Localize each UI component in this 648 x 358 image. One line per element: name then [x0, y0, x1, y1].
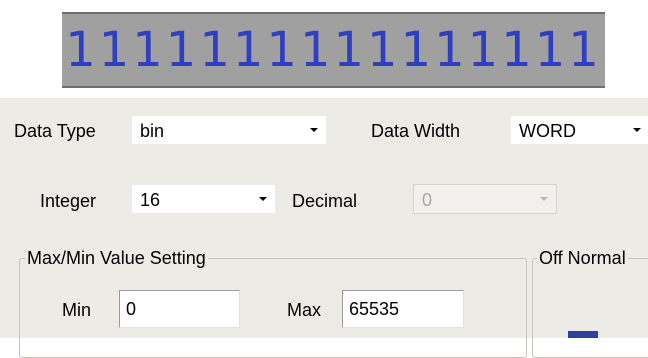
- data-width-select[interactable]: WORD: [510, 115, 648, 145]
- off-normal-color-swatch[interactable]: [568, 331, 598, 338]
- data-type-value: bin: [140, 121, 165, 141]
- min-field[interactable]: [119, 290, 240, 328]
- off-normal-group-title: Off Normal: [537, 248, 628, 268]
- max-input[interactable]: [343, 291, 463, 327]
- data-width-value: WORD: [519, 121, 576, 141]
- min-label: Min: [62, 300, 92, 320]
- decimal-value: 0: [422, 190, 433, 210]
- value-preview-display: 1111111111111111: [62, 12, 605, 88]
- preview-value: 1111111111111111: [65, 22, 602, 78]
- max-min-group-title: Max/Min Value Setting: [25, 248, 208, 268]
- max-field[interactable]: [342, 290, 464, 328]
- chevron-down-icon: [532, 185, 556, 213]
- integer-value: 16: [140, 190, 161, 210]
- data-width-label: Data Width: [371, 121, 461, 141]
- chevron-down-icon[interactable]: [251, 185, 275, 213]
- off-normal-groupbox: [532, 258, 648, 358]
- data-type-label: Data Type: [14, 121, 96, 141]
- decimal-select[interactable]: 0: [413, 184, 557, 214]
- integer-select[interactable]: 16: [131, 184, 276, 214]
- integer-label: Integer: [40, 191, 97, 211]
- data-type-select[interactable]: bin: [131, 115, 327, 145]
- max-label: Max: [287, 300, 322, 320]
- min-input[interactable]: [120, 291, 239, 327]
- chevron-down-icon[interactable]: [625, 116, 648, 144]
- decimal-label: Decimal: [292, 191, 358, 211]
- chevron-down-icon[interactable]: [302, 116, 326, 144]
